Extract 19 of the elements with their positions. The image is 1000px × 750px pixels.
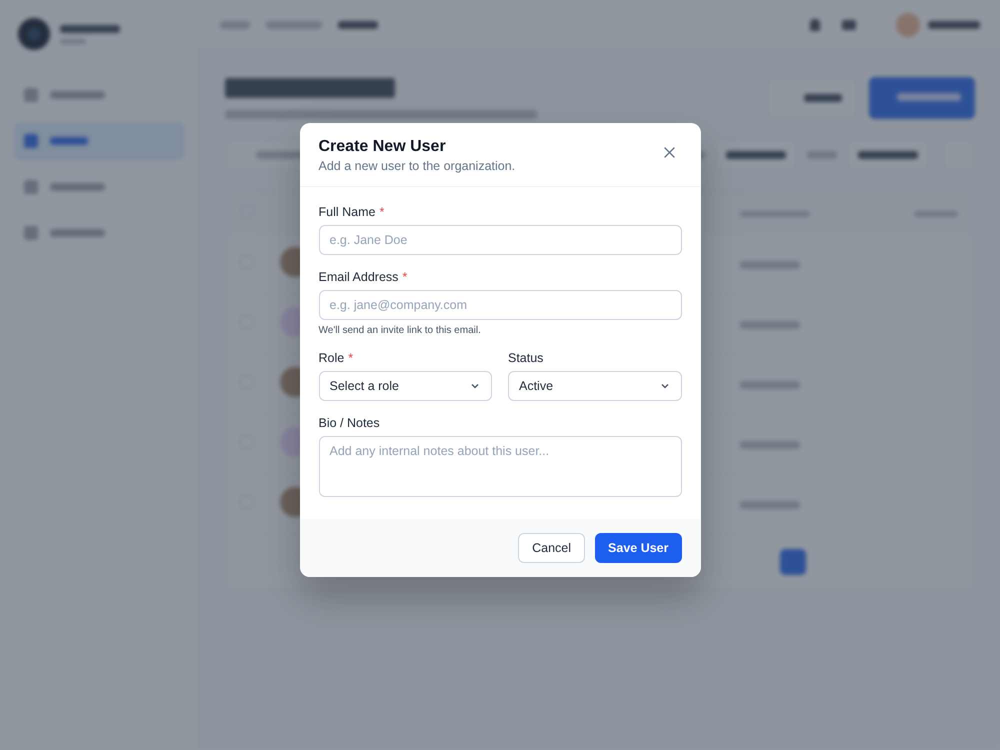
help-text: We'll send an invite link to this email. (318, 325, 482, 336)
required-mark: * (348, 351, 354, 365)
dialog-subtitle: Add a new user to the organization. (318, 159, 516, 173)
cancel-button[interactable]: Cancel (518, 533, 586, 563)
field-label: Status (508, 351, 544, 365)
dropdown[interactable]: Active (508, 371, 682, 401)
input-field[interactable]: e.g. jane@company.com (318, 290, 682, 320)
required-mark: * (402, 270, 408, 284)
field-label: Bio / Notes (318, 416, 380, 430)
field-label: Email Address (318, 270, 398, 284)
field-label: Full Name (318, 205, 376, 219)
close-icon[interactable] (662, 146, 676, 159)
dropdown[interactable]: Select a role (318, 371, 492, 401)
required-mark: * (379, 205, 384, 219)
notes-field[interactable]: Add any internal notes about this user... (318, 436, 682, 497)
field-label: Role (318, 351, 344, 365)
save-button[interactable]: Save User (595, 533, 682, 563)
input-field[interactable]: e.g. Jane Doe (318, 225, 682, 255)
dialog-title: Create New User (318, 138, 447, 156)
